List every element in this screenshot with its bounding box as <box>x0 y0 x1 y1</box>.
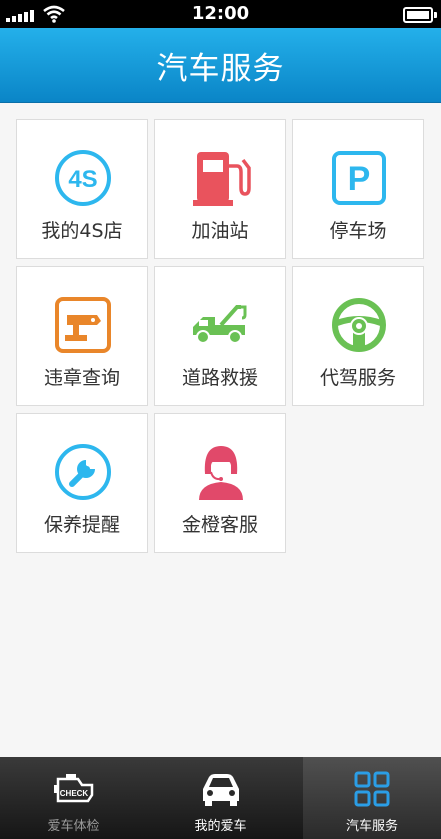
grid-icon <box>354 771 390 807</box>
service-label: 停车场 <box>329 220 387 242</box>
svg-text:4S: 4S <box>68 166 97 193</box>
car-icon <box>202 774 239 806</box>
service-label: 金橙客服 <box>181 514 258 536</box>
svg-text:P: P <box>348 160 371 198</box>
tab-bar: CHECK 爱车体检 我的爱车 汽车服务 <box>0 757 441 839</box>
status-bar: 12:00 <box>0 0 441 28</box>
service-tile-designated-driver[interactable]: 代驾服务 <box>292 266 424 406</box>
status-time: 12:00 <box>191 3 250 24</box>
service-label: 代驾服务 <box>319 367 396 389</box>
service-tile-violation-query[interactable]: 违章查询 <box>16 266 148 406</box>
tab-label: 汽车服务 <box>345 819 398 834</box>
service-tile-parking[interactable]: P 停车场 <box>292 119 424 259</box>
service-tile-road-rescue[interactable]: 道路救援 <box>154 266 286 406</box>
header-bar: 汽车服务 <box>0 28 441 103</box>
service-tile-maintenance-reminder[interactable]: 保养提醒 <box>16 413 148 553</box>
service-label: 道路救援 <box>181 367 258 389</box>
tab-label: 爱车体检 <box>47 819 100 834</box>
steering-wheel-icon <box>332 298 386 352</box>
battery-icon <box>403 7 437 23</box>
tab-label: 我的爱车 <box>194 819 247 834</box>
page-title: 汽车服务 <box>156 51 285 87</box>
tab-car-check[interactable]: CHECK 爱车体检 <box>0 757 147 839</box>
4s-store-icon: 4S <box>55 150 111 206</box>
service-label: 保养提醒 <box>43 514 120 536</box>
parking-icon: P <box>332 151 386 205</box>
service-label: 我的4S店 <box>41 220 123 242</box>
gas-pump-icon <box>193 152 251 206</box>
service-label: 违章查询 <box>43 367 120 389</box>
tab-my-car[interactable]: 我的爱车 <box>147 757 294 839</box>
service-tile-4s-store[interactable]: 4S 我的4S店 <box>16 119 148 259</box>
wrench-icon <box>55 444 111 500</box>
tow-truck-icon <box>193 305 247 344</box>
engine-check-icon: CHECK <box>53 774 93 803</box>
svg-text:CHECK: CHECK <box>59 789 88 798</box>
customer-service-icon <box>199 446 243 500</box>
service-tile-customer-service[interactable]: 金橙客服 <box>154 413 286 553</box>
tab-car-service[interactable]: 汽车服务 <box>303 757 441 839</box>
service-label: 加油站 <box>191 220 249 242</box>
traffic-camera-icon <box>55 297 111 353</box>
service-tile-gas-station[interactable]: 加油站 <box>154 119 286 259</box>
